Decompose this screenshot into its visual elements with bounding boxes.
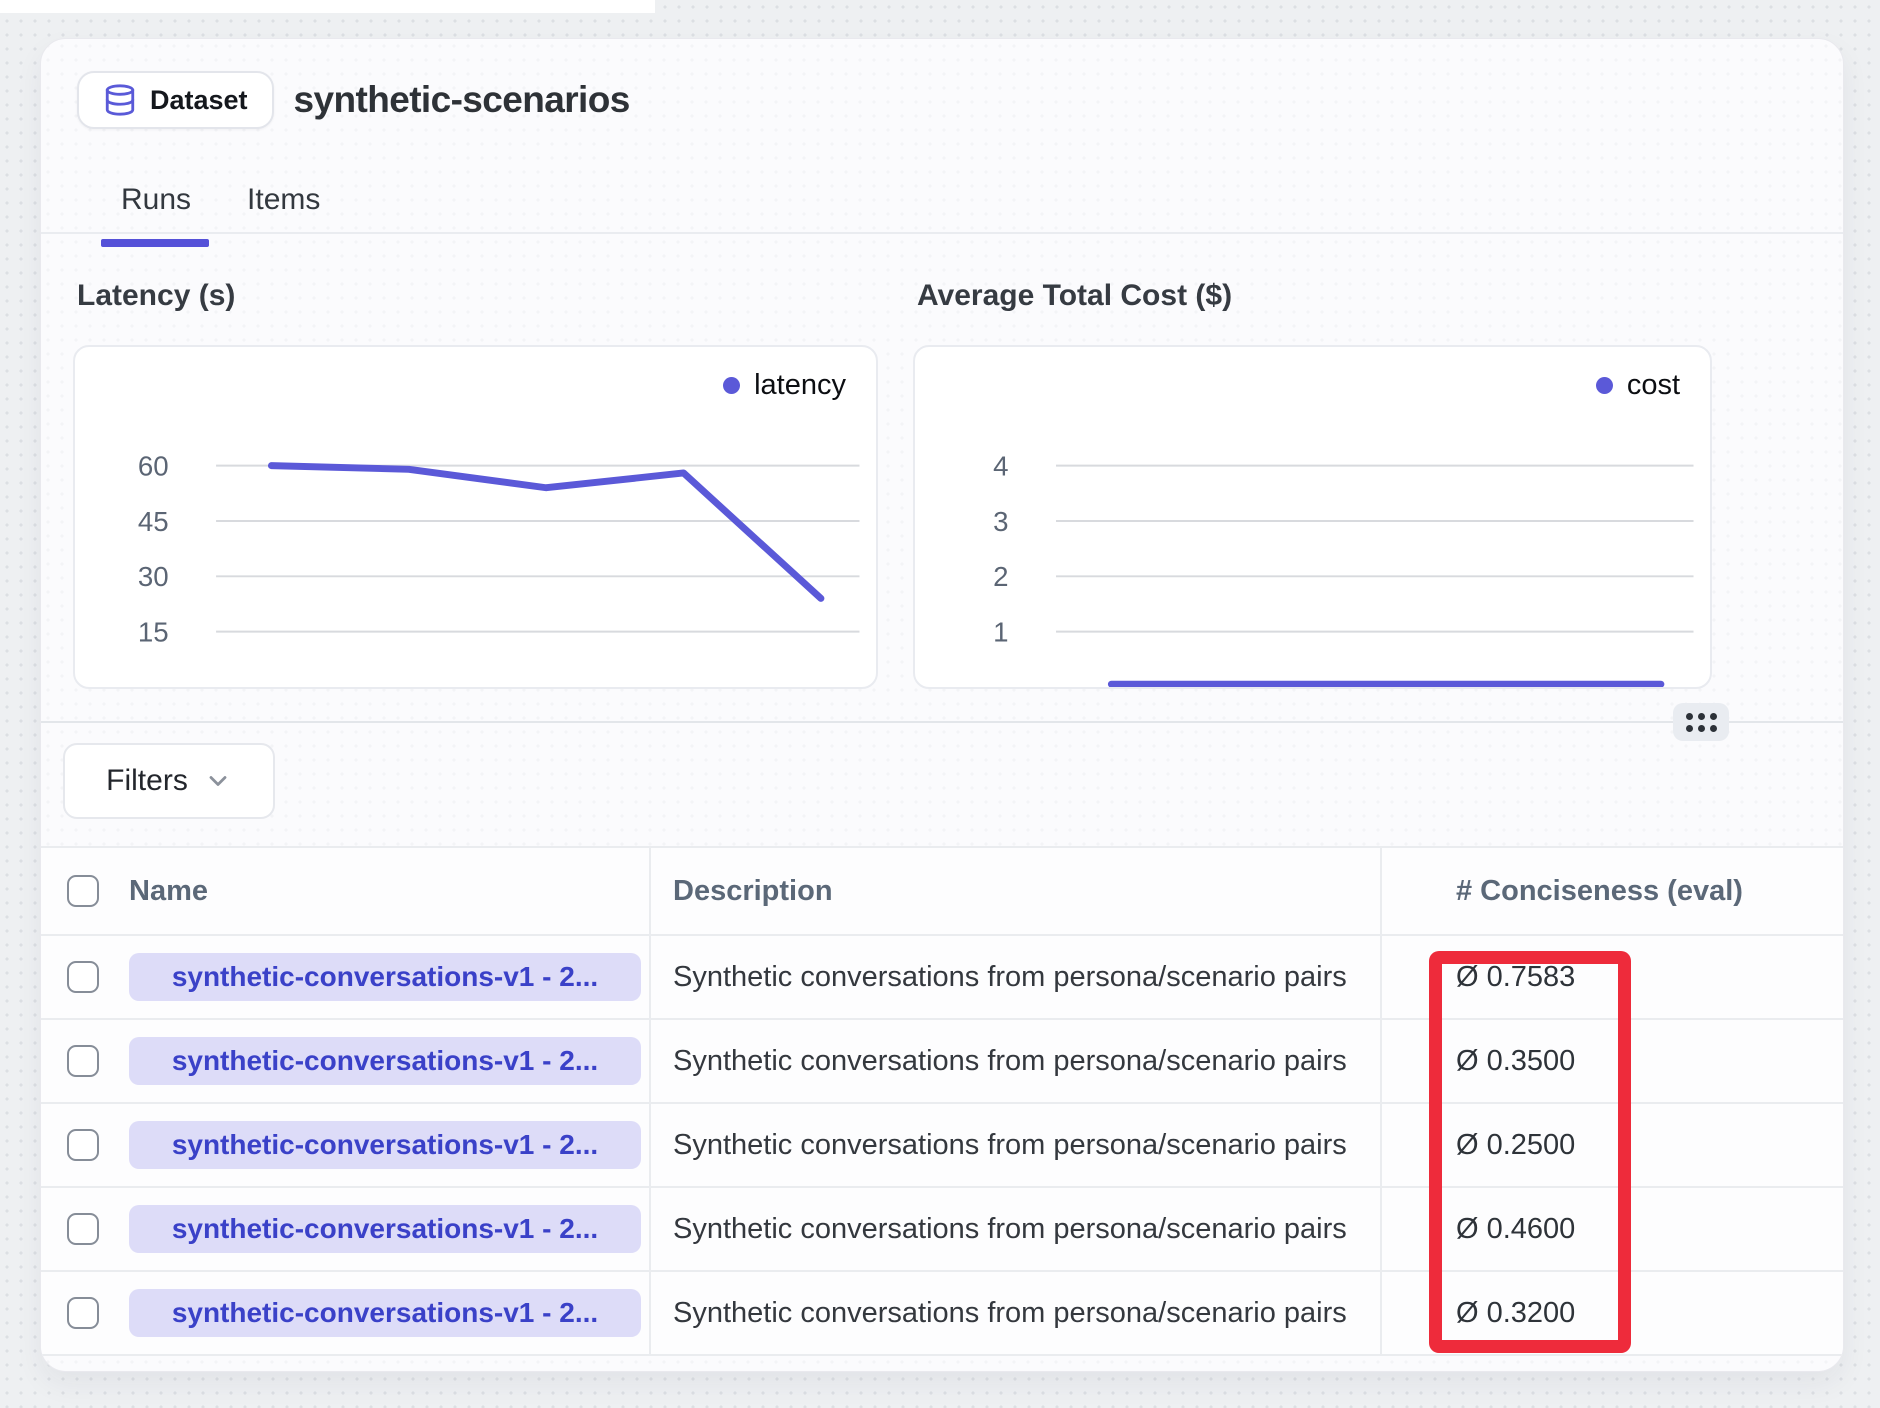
table-row: synthetic-conversations-v1 - 2... Synthe… [41, 1188, 1843, 1272]
runs-table: Name Description # Conciseness (eval) sy… [41, 846, 1843, 1356]
row-checkbox[interactable] [67, 1045, 99, 1077]
row-checkbox[interactable] [67, 961, 99, 993]
cost-legend: cost [1596, 369, 1680, 402]
dataset-page-card: Dataset synthetic-scenarios Runs Items L… [40, 38, 1844, 1372]
run-description: Synthetic conversations from persona/sce… [673, 1213, 1347, 1246]
run-name-link[interactable]: synthetic-conversations-v1 - 2... [129, 1121, 641, 1169]
run-name-link[interactable]: synthetic-conversations-v1 - 2... [129, 1205, 641, 1253]
conciseness-value: Ø 0.3200 [1456, 1297, 1575, 1329]
page-header: Dataset synthetic-scenarios [77, 71, 630, 129]
conciseness-value: Ø 0.2500 [1456, 1129, 1575, 1161]
column-header-name: Name [129, 875, 208, 908]
cost-line-chart: 4 3 2 1 [915, 347, 1710, 687]
top-strip [0, 0, 655, 13]
latency-legend: latency [723, 369, 846, 402]
tab-bar: Runs Items [121, 183, 320, 217]
latency-chart-title: Latency (s) [77, 279, 235, 313]
svg-text:15: 15 [138, 617, 169, 648]
svg-text:2: 2 [993, 561, 1008, 592]
table-row: synthetic-conversations-v1 - 2... Synthe… [41, 1020, 1843, 1104]
run-name-link[interactable]: synthetic-conversations-v1 - 2... [129, 953, 641, 1001]
conciseness-value: Ø 0.3500 [1456, 1045, 1575, 1077]
section-divider [41, 721, 1843, 723]
run-description: Synthetic conversations from persona/sce… [673, 961, 1347, 994]
row-checkbox[interactable] [67, 1213, 99, 1245]
select-all-checkbox[interactable] [67, 875, 99, 907]
tab-items[interactable]: Items [247, 183, 320, 217]
row-checkbox[interactable] [67, 1129, 99, 1161]
svg-text:60: 60 [138, 450, 169, 481]
grip-dots-icon [1686, 713, 1717, 732]
conciseness-value: Ø 0.7583 [1456, 961, 1575, 993]
dataset-badge: Dataset [77, 71, 274, 129]
table-row: synthetic-conversations-v1 - 2... Synthe… [41, 1104, 1843, 1188]
filters-button-label: Filters [106, 764, 188, 798]
cost-legend-label: cost [1627, 369, 1680, 402]
svg-text:1: 1 [993, 617, 1008, 648]
database-icon [103, 83, 137, 117]
row-checkbox[interactable] [67, 1297, 99, 1329]
cost-chart-card: cost 4 3 2 1 [913, 345, 1712, 689]
chevron-down-icon [204, 767, 232, 795]
run-description: Synthetic conversations from persona/sce… [673, 1045, 1347, 1078]
column-header-description: Description [673, 875, 833, 908]
page-title: synthetic-scenarios [294, 79, 630, 121]
svg-text:3: 3 [993, 506, 1008, 537]
run-description: Synthetic conversations from persona/sce… [673, 1129, 1347, 1162]
latency-legend-dot [723, 377, 740, 394]
latency-legend-label: latency [754, 369, 846, 402]
filters-button[interactable]: Filters [63, 743, 275, 819]
tab-runs[interactable]: Runs [121, 183, 191, 217]
cost-legend-dot [1596, 377, 1613, 394]
table-row: synthetic-conversations-v1 - 2... Synthe… [41, 1272, 1843, 1356]
conciseness-value: Ø 0.4600 [1456, 1213, 1575, 1245]
resize-grip-handle[interactable] [1673, 703, 1729, 741]
latency-chart-card: latency 60 45 30 15 [73, 345, 878, 689]
run-name-link[interactable]: synthetic-conversations-v1 - 2... [129, 1289, 641, 1337]
run-description: Synthetic conversations from persona/sce… [673, 1297, 1347, 1330]
svg-text:45: 45 [138, 506, 169, 537]
svg-text:30: 30 [138, 561, 169, 592]
svg-text:4: 4 [993, 450, 1008, 481]
dataset-badge-label: Dataset [150, 85, 248, 116]
cost-chart-title: Average Total Cost ($) [917, 279, 1232, 313]
table-header-row: Name Description # Conciseness (eval) [41, 848, 1843, 936]
column-header-conciseness: # Conciseness (eval) [1456, 875, 1743, 907]
table-row: synthetic-conversations-v1 - 2... Synthe… [41, 936, 1843, 1020]
tabs-divider [41, 232, 1843, 234]
run-name-link[interactable]: synthetic-conversations-v1 - 2... [129, 1037, 641, 1085]
